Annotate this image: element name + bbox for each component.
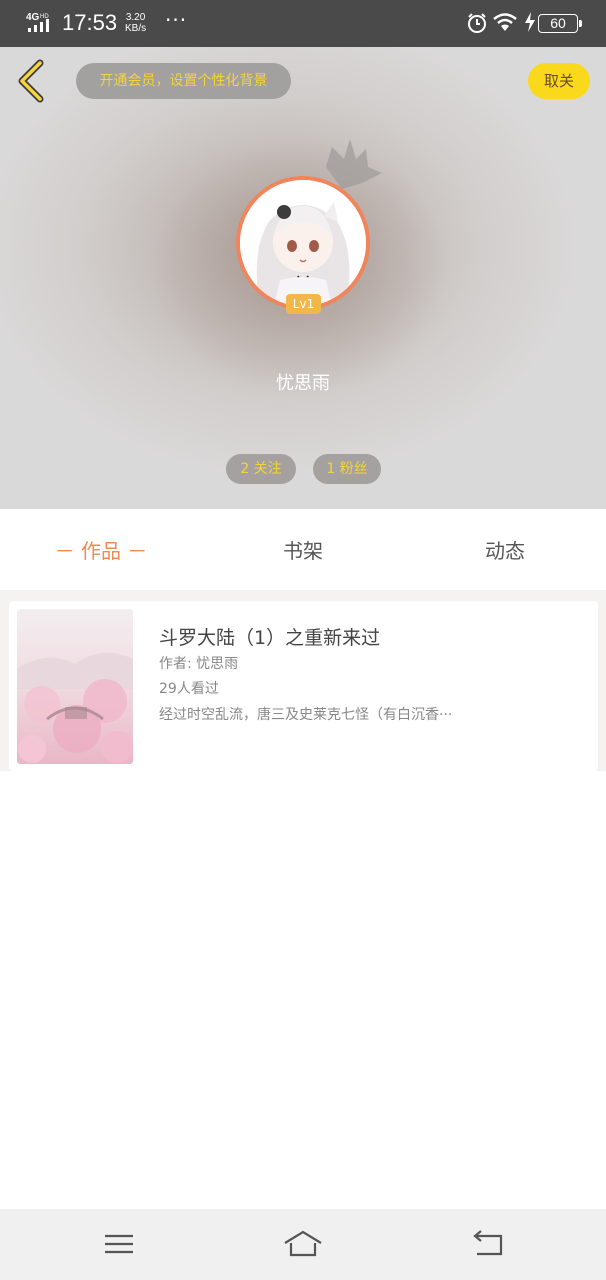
username: 忧思雨 [276, 373, 330, 394]
system-navigation-bar [0, 1209, 606, 1280]
tab-activity[interactable]: 动态 [424, 509, 586, 590]
speed-value: 3.20 [125, 12, 146, 23]
book-card[interactable]: 斗罗大陆（1）之重新来过 作者: 忧思雨 29人看过 经过时空乱流，唐三及史莱克… [9, 601, 598, 771]
avatar[interactable] [236, 176, 370, 310]
back-icon[interactable] [467, 1227, 507, 1261]
avatar-image [240, 180, 366, 306]
unfollow-button[interactable]: 取关 [528, 63, 590, 99]
vip-background-button[interactable]: 开通会员，设置个性化背景 [76, 63, 291, 99]
back-arrow-icon[interactable] [14, 57, 48, 105]
charging-icon [525, 12, 535, 32]
speed-unit: KB/s [125, 23, 147, 34]
profile-tabs: － 作品 － 书架 动态 [0, 509, 606, 590]
book-author: 作者: 忧思雨 [159, 656, 239, 672]
following-count-button[interactable]: 2 关注 [226, 454, 296, 484]
more-notifications-icon: ··· [165, 8, 188, 32]
works-list: 斗罗大陆（1）之重新来过 作者: 忧思雨 29人看过 经过时空乱流，唐三及史莱克… [0, 590, 606, 771]
menu-icon[interactable] [99, 1227, 139, 1261]
network-speed: 3.20 KB/s [125, 12, 146, 34]
signal-icon: 4G HD [26, 12, 49, 32]
status-time: 17:53 [62, 10, 118, 35]
profile-header: 开通会员，设置个性化背景 取关 Lv1 忧思雨 2 关注 1 粉丝 [0, 47, 606, 509]
tab-works[interactable]: － 作品 － [20, 509, 182, 590]
fans-count-button[interactable]: 1 粉丝 [313, 454, 381, 484]
book-cover-image [17, 609, 133, 764]
tab-bookshelf[interactable]: 书架 [222, 509, 384, 590]
book-title: 斗罗大陆（1）之重新来过 [159, 627, 381, 649]
alarm-icon [468, 13, 486, 33]
wifi-icon [493, 13, 517, 31]
network-type: 4G [26, 12, 40, 23]
status-bar: 4G HD 17:53 3.20 KB/s ··· 60 [0, 0, 606, 47]
book-view-count: 29人看过 [159, 681, 219, 697]
level-badge: Lv1 [286, 294, 321, 314]
home-icon[interactable] [283, 1227, 323, 1261]
battery-icon: 60 [538, 14, 582, 33]
book-description: 经过时空乱流，唐三及史莱克七怪（有白沉香··· [159, 707, 453, 723]
